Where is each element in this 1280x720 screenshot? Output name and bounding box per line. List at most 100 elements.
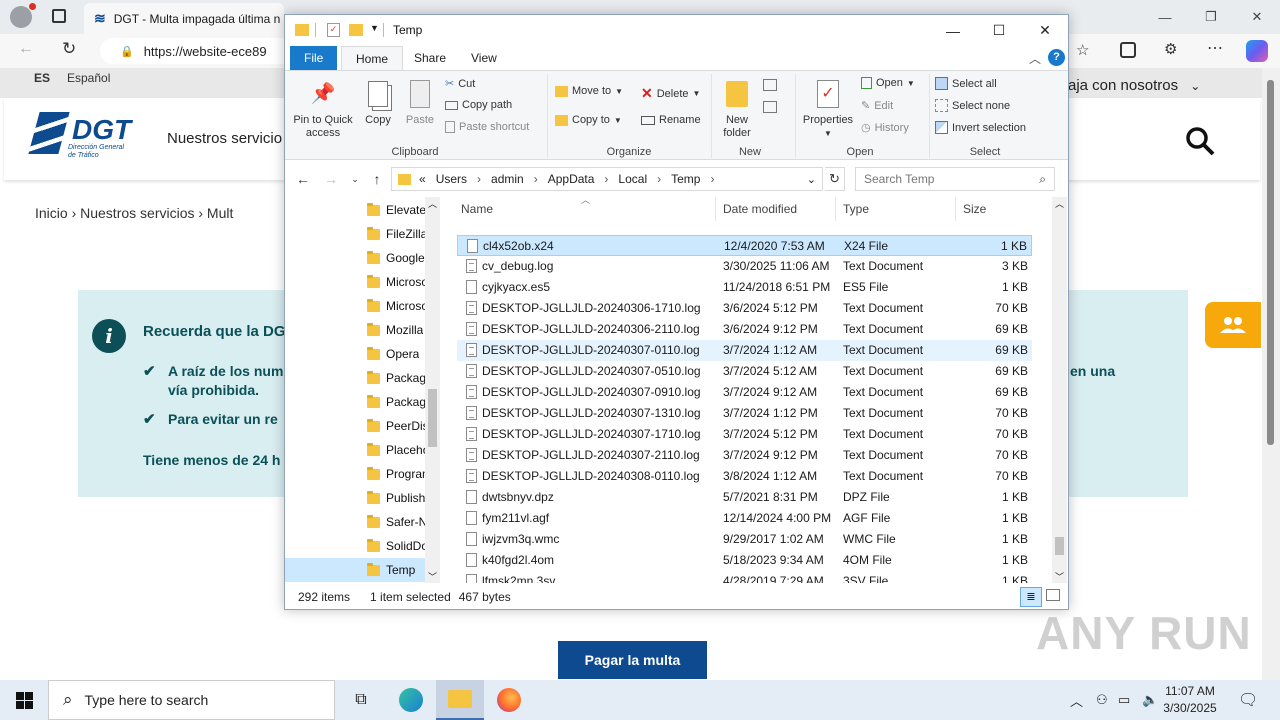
invert-selection-button[interactable]: Invert selection <box>935 121 1026 134</box>
nav-folder-item[interactable]: Packag <box>285 366 425 390</box>
copy-path-button[interactable]: Copy path <box>445 99 512 111</box>
file-row[interactable]: dwtsbnyv.dpz 5/7/2021 8:31 PM DPZ File 1 KB <box>457 487 1032 508</box>
properties-quick-icon[interactable]: ✓ <box>327 23 340 37</box>
network-icon[interactable]: ▭ <box>1118 680 1130 720</box>
copilot-icon[interactable] <box>1246 40 1268 62</box>
lang-label[interactable]: Español <box>67 71 110 85</box>
file-row[interactable]: DESKTOP-JGLLJLD-20240306-2110.log 3/6/202… <box>457 319 1032 340</box>
file-row[interactable]: iwjzvm3q.wmc 9/29/2017 1:02 AM WMC File 1 K… <box>457 529 1032 550</box>
new-folder-button[interactable]: New folder <box>717 77 757 140</box>
file-row[interactable]: DESKTOP-JGLLJLD-20240308-0110.log 3/8/202… <box>457 466 1032 487</box>
easy-access-icon[interactable] <box>763 101 777 113</box>
nav-folder-item[interactable]: Elevate <box>285 198 425 222</box>
crumb-admin[interactable]: admin <box>491 172 524 186</box>
recent-locations-icon[interactable]: ⌄ <box>345 169 365 189</box>
file-row[interactable]: DESKTOP-JGLLJLD-20240306-1710.log 3/6/202… <box>457 298 1032 319</box>
address-overflow[interactable]: « <box>419 172 426 186</box>
scroll-down-icon[interactable]: ﹀ <box>425 570 440 583</box>
copy-button[interactable]: Copy <box>361 77 395 127</box>
favorites-icon[interactable]: ☆ <box>1076 41 1089 59</box>
crumb-temp[interactable]: Temp <box>671 172 700 186</box>
contact-fab[interactable] <box>1205 302 1261 348</box>
nav-contact-link[interactable]: aja con nosotros ⌄ <box>1068 77 1200 94</box>
notifications-icon[interactable]: 🗨 <box>1238 680 1258 720</box>
cut-button[interactable]: ✂ Cut <box>445 77 475 91</box>
dgt-logo[interactable]: DGT Dirección General de Tráfico <box>28 112 144 164</box>
column-separator[interactable] <box>955 197 956 221</box>
crumb-local[interactable]: Local <box>618 172 647 186</box>
breadcrumb[interactable]: Inicio › Nuestros servicios › Mult <box>35 205 233 221</box>
explorer-back-icon[interactable]: ← <box>293 169 313 189</box>
copy-to-button[interactable]: Copy to ▼ <box>555 114 622 126</box>
paste-button[interactable]: Paste <box>403 77 437 127</box>
nav-folder-item[interactable]: Publish <box>285 486 425 510</box>
delete-button[interactable]: ✕ Delete ▼ <box>641 85 700 102</box>
taskbar-search[interactable]: ⌕ Type here to search <box>48 680 335 720</box>
page-scrollbar-thumb[interactable] <box>1267 80 1274 445</box>
new-folder-quick-icon[interactable] <box>349 24 363 36</box>
history-button[interactable]: ◷ History <box>861 121 909 135</box>
nav-folder-item[interactable]: FileZilla <box>285 222 425 246</box>
profile-icon[interactable] <box>10 6 32 28</box>
task-view-icon[interactable]: ⧉ <box>337 680 385 720</box>
nav-folder-item[interactable]: Packag <box>285 390 425 414</box>
details-view-icon[interactable]: ≣ <box>1020 587 1042 607</box>
firefox-icon[interactable] <box>485 680 533 720</box>
collections-icon[interactable] <box>1120 42 1136 58</box>
site-search-icon[interactable] <box>1184 125 1216 157</box>
explorer-forward-icon[interactable]: → <box>321 169 341 189</box>
scroll-up-icon[interactable]: ︿ <box>425 197 440 210</box>
address-bar[interactable]: 🔒 https://website-ece89 <box>100 38 300 64</box>
explorer-close-icon[interactable]: ✕ <box>1022 15 1068 46</box>
file-row[interactable]: DESKTOP-JGLLJLD-20240307-1710.log 3/7/202… <box>457 424 1032 445</box>
lang-code[interactable]: ES <box>34 71 50 85</box>
properties-button[interactable]: ✓ Properties ▼ <box>799 77 857 140</box>
file-row[interactable]: DESKTOP-JGLLJLD-20240307-0110.log 3/7/202… <box>457 340 1032 361</box>
pin-quick-access-button[interactable]: 📌 Pin to Quick access <box>291 77 355 140</box>
up-folder-icon[interactable]: ↑ <box>367 169 387 189</box>
tab-share[interactable]: Share <box>400 46 460 70</box>
column-header-type[interactable]: Type <box>839 197 869 221</box>
select-none-button[interactable]: Select none <box>935 99 1010 112</box>
tab-view[interactable]: View <box>457 46 511 70</box>
file-row[interactable]: DESKTOP-JGLLJLD-20240307-0910.log 3/7/202… <box>457 382 1032 403</box>
explorer-search-input[interactable]: Search Temp ⌕ <box>855 167 1055 191</box>
open-button[interactable]: Open ▼ <box>861 77 915 89</box>
rename-button[interactable]: Rename <box>641 114 701 126</box>
browser-minimize-icon[interactable]: — <box>1142 0 1188 34</box>
column-header-name[interactable]: Name <box>457 197 493 221</box>
help-icon[interactable]: ? <box>1048 49 1065 66</box>
volume-icon[interactable]: 🔈 <box>1142 680 1158 720</box>
show-hidden-icons[interactable]: ︿ <box>1070 680 1083 720</box>
file-scroll-thumb[interactable] <box>1055 537 1064 555</box>
explorer-maximize-icon[interactable]: ☐ <box>976 15 1022 46</box>
nav-folder-item[interactable]: Program <box>285 462 425 486</box>
nav-folder-item[interactable]: Placeho <box>285 438 425 462</box>
nav-folder-item[interactable]: Google <box>285 246 425 270</box>
meet-now-icon[interactable]: ⚇ <box>1096 680 1108 720</box>
column-header-size[interactable]: Size <box>959 197 986 221</box>
browser-close-icon[interactable]: ✕ <box>1234 0 1280 34</box>
browser-tab-active[interactable]: ≋ DGT - Multa impagada última n <box>84 3 284 34</box>
edit-button[interactable]: ✎ Edit <box>861 99 893 113</box>
nav-folder-item[interactable]: SolidDo <box>285 534 425 558</box>
column-separator[interactable] <box>715 197 716 221</box>
new-item-icon[interactable] <box>763 79 777 91</box>
explorer-minimize-icon[interactable]: — <box>930 15 976 46</box>
page-scrollbar[interactable] <box>1262 68 1280 680</box>
column-separator[interactable] <box>835 197 836 221</box>
tab-home[interactable]: Home <box>341 46 404 70</box>
paste-shortcut-button[interactable]: Paste shortcut <box>445 121 529 133</box>
nav-folder-item[interactable]: Temp <box>285 558 425 582</box>
nav-folder-item[interactable]: Microso <box>285 294 425 318</box>
file-row[interactable]: DESKTOP-JGLLJLD-20240307-2110.log 3/7/202… <box>457 445 1032 466</box>
tab-file[interactable]: File <box>290 46 338 70</box>
nav-folder-item[interactable]: PeerDis <box>285 414 425 438</box>
file-list-scrollbar[interactable]: ︿ ﹀ <box>1052 197 1067 583</box>
refresh-icon[interactable]: ↻ <box>825 167 845 191</box>
nav-folder-item[interactable]: Microso <box>285 270 425 294</box>
crumb-appdata[interactable]: AppData <box>548 172 595 186</box>
file-row[interactable]: lfmsk2mn.3sv 4/28/2019 7:29 AM 3SV File 1 K… <box>457 571 1032 583</box>
collapse-ribbon-icon[interactable]: ︿ <box>1029 50 1041 67</box>
explorer-address-bar[interactable]: « Users › admin › AppData › Local › Temp › ⌄ <box>391 167 823 191</box>
